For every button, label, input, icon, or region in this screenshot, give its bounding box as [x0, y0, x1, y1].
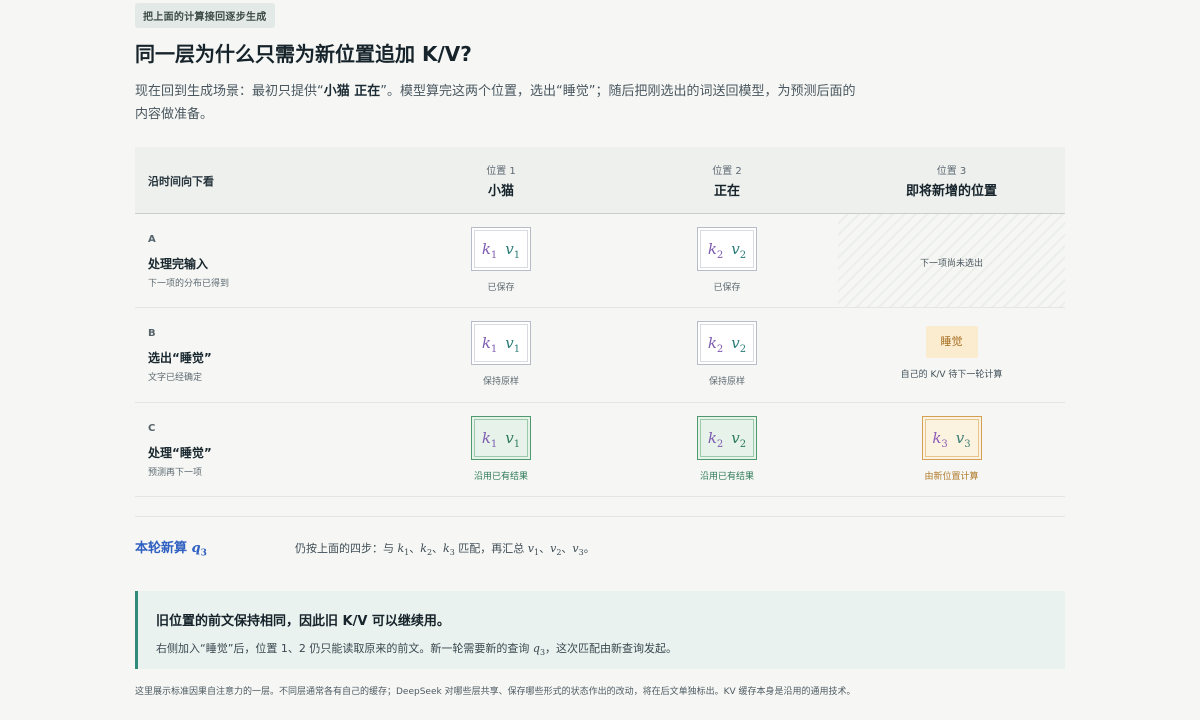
- cell-b-pos1: k1 v1 保持原样: [388, 308, 614, 402]
- intro-paragraph: 现在回到生成场景：最初只提供“小猫 正在”。模型算完这两个位置，选出“睡觉”；随…: [135, 80, 865, 126]
- column-header-1: 位置 1 小猫: [388, 147, 614, 213]
- column-token-label: 即将新增的位置: [905, 184, 997, 199]
- column-token-label: 正在: [713, 184, 740, 199]
- column-header-2: 位置 2 正在: [614, 147, 840, 213]
- table-row-c: C 处理“睡觉” 预测再下一项 k1 v1 沿用已有结果 k2 v2 沿用已有结果 …: [135, 403, 1065, 497]
- intro-text-pre: 现在回到生成场景：最初只提供“: [135, 84, 324, 99]
- query-label: 本轮新算 q3: [135, 541, 207, 559]
- kv-cache-box: k2 v2: [697, 321, 757, 365]
- row-title: 选出“睡觉”: [148, 351, 212, 365]
- cell-a-pos3: 下一项尚未选出: [838, 214, 1065, 307]
- kv-cache-box-new: k3 v3: [921, 416, 982, 460]
- column-position-label: 位置 1: [486, 166, 516, 177]
- cell-caption: 已保存: [487, 283, 515, 293]
- cell-b-pos2: k2 v2 保持原样: [614, 308, 840, 402]
- cell-caption: 自己的 K/V 待下一轮计算: [900, 370, 1003, 380]
- column-position-label: 位置 3: [936, 166, 967, 177]
- cell-caption: 已保存: [713, 283, 741, 293]
- section-tag: 把上面的计算接回逐步生成: [135, 3, 275, 28]
- cell-caption: 沿用已有结果: [473, 472, 528, 482]
- section-divider: [135, 516, 1065, 517]
- row-letter: B: [148, 328, 156, 339]
- cell-b-pos3: 睡觉 自己的 K/V 待下一轮计算: [838, 308, 1065, 402]
- kv-cache-box: k1 v1: [471, 321, 531, 365]
- kv-cache-box-reused: k1 v1: [471, 416, 531, 460]
- cell-caption: 由新位置计算: [924, 472, 979, 482]
- row-letter: A: [148, 234, 156, 245]
- footnote: 这里展示标准因果自注意力的一层。不同层通常各有自己的缓存；DeepSeek 对哪…: [135, 687, 856, 697]
- row-title: 处理“睡觉”: [148, 446, 212, 460]
- callout-body: 右侧加入“睡觉”后，位置 1、2 仍只能读取原来的前文。新一轮需要新的查询 q3…: [156, 642, 678, 658]
- cell-a-pos2: k2 v2 已保存: [614, 214, 840, 307]
- callout-note: 旧位置的前文保持相同，因此旧 K/V 可以继续用。 右侧加入“睡觉”后，位置 1…: [135, 591, 1065, 669]
- row-subtitle: 下一项的分布已得到: [148, 279, 230, 289]
- intro-text-bold: 小猫 正在: [323, 84, 381, 99]
- row-title: 处理完输入: [148, 257, 209, 271]
- cell-c-pos2: k2 v2 沿用已有结果: [614, 403, 840, 496]
- callout-title: 旧位置的前文保持相同，因此旧 K/V 可以继续用。: [156, 614, 450, 629]
- table-header-row: 沿时间向下看 位置 1 小猫 位置 2 正在 位置 3 即将新增的位置: [135, 147, 1065, 214]
- cell-c-pos1: k1 v1 沿用已有结果: [388, 403, 614, 496]
- page-title: 同一层为什么只需为新位置追加 K/V?: [135, 42, 472, 66]
- kv-cache-box-reused: k2 v2: [697, 416, 757, 460]
- table-row-b: B 选出“睡觉” 文字已经确定 k1 v1 保持原样 k2 v2 保持原样 睡觉 自…: [135, 308, 1065, 403]
- cell-caption: 保持原样: [708, 377, 745, 387]
- row-subtitle: 预测再下一项: [148, 468, 203, 478]
- kv-cache-box: k2 v2: [697, 227, 757, 271]
- cell-a-pos1: k1 v1 已保存: [388, 214, 614, 307]
- header-left-label: 沿时间向下看: [148, 175, 214, 188]
- kv-cache-box: k1 v1: [471, 227, 531, 271]
- column-token-label: 小猫: [487, 184, 514, 199]
- cell-caption: 下一项尚未选出: [919, 259, 983, 269]
- table-row-a: A 处理完输入 下一项的分布已得到 k1 v1 已保存 k2 v2 已保存 下一项尚…: [135, 214, 1065, 308]
- column-position-label: 位置 2: [712, 166, 742, 177]
- row-subtitle: 文字已经确定: [148, 373, 203, 383]
- query-description: 仍按上面的四步：与 k1、k2、k3 匹配，再汇总 v1、v2、v3。: [295, 542, 595, 558]
- cell-caption: 沿用已有结果: [699, 472, 754, 482]
- cell-caption: 保持原样: [482, 377, 519, 387]
- cell-c-pos3: k3 v3 由新位置计算: [838, 403, 1065, 496]
- row-letter: C: [148, 423, 156, 434]
- selected-token-chip: 睡觉: [925, 326, 978, 358]
- column-header-3: 位置 3 即将新增的位置: [838, 147, 1065, 213]
